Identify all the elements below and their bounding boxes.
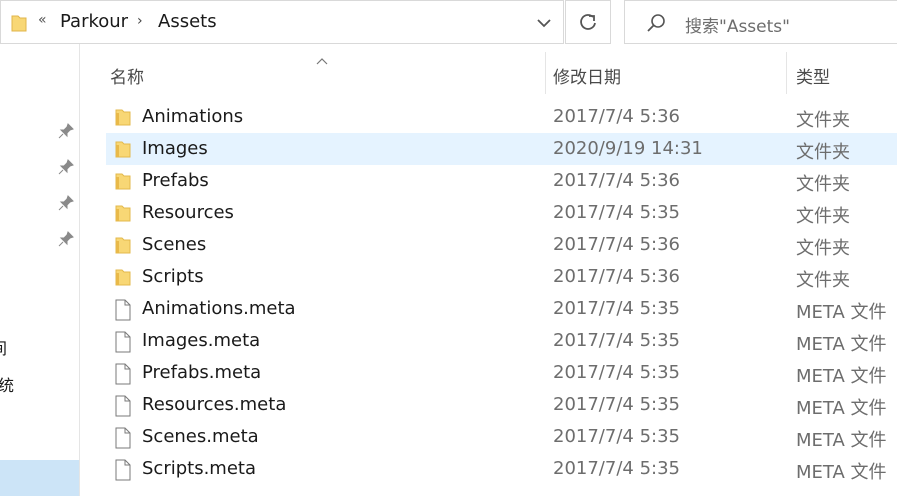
- file-row[interactable]: Resources 2017/7/4 5:35 文件夹: [106, 197, 897, 229]
- file-name: Resources: [142, 202, 234, 223]
- folder-icon: [114, 267, 132, 287]
- file-date: 2017/7/4 5:36: [553, 266, 680, 287]
- column-header-type-label: 类型: [796, 68, 830, 88]
- folder-icon: [114, 107, 132, 127]
- file-name: Prefabs: [142, 170, 209, 191]
- file-type: 文件夹: [796, 142, 850, 163]
- file-name: Prefabs.meta: [142, 362, 262, 383]
- folder-icon: [114, 171, 132, 191]
- file-type: 文件夹: [796, 206, 850, 227]
- chevron-down-icon[interactable]: [537, 13, 551, 37]
- file-name: Scripts: [142, 266, 204, 287]
- file-icon: [114, 331, 132, 353]
- file-row[interactable]: Scenes.meta 2017/7/4 5:35 META 文件: [106, 421, 897, 453]
- overflow-chevron[interactable]: «: [38, 12, 47, 28]
- breadcrumb-parkour[interactable]: Parkour: [60, 11, 128, 32]
- file-row[interactable]: Scenes 2017/7/4 5:36 文件夹: [106, 229, 897, 261]
- file-date: 2017/7/4 5:35: [553, 330, 680, 351]
- file-type: META 文件: [796, 398, 887, 419]
- column-header-date[interactable]: 修改日期: [546, 52, 786, 94]
- search-icon: [645, 12, 667, 38]
- file-row[interactable]: Animations 2017/7/4 5:36 文件夹: [106, 101, 897, 133]
- pin-icon[interactable]: [57, 158, 75, 176]
- file-icon: [114, 363, 132, 385]
- file-row[interactable]: Images 2020/9/19 14:31 文件夹: [106, 133, 897, 165]
- file-date: 2017/7/4 5:36: [553, 106, 680, 127]
- sort-ascending-icon: [316, 50, 328, 69]
- file-row[interactable]: Prefabs.meta 2017/7/4 5:35 META 文件: [106, 357, 897, 389]
- file-date: 2020/9/19 14:31: [553, 138, 703, 159]
- nav-item-fragment[interactable]: 间: [0, 335, 7, 359]
- search-box[interactable]: 搜索"Assets": [624, 0, 897, 44]
- column-header-name-label: 名称: [110, 68, 144, 88]
- file-date: 2017/7/4 5:35: [553, 394, 680, 415]
- file-name: Resources.meta: [142, 394, 287, 415]
- nav-selected-item[interactable]: [0, 460, 79, 496]
- file-row[interactable]: Animations.meta 2017/7/4 5:35 META 文件: [106, 293, 897, 325]
- breadcrumb-assets[interactable]: Assets: [158, 11, 217, 32]
- file-date: 2017/7/4 5:36: [553, 170, 680, 191]
- file-date: 2017/7/4 5:35: [553, 298, 680, 319]
- file-row[interactable]: Resources.meta 2017/7/4 5:35 META 文件: [106, 389, 897, 421]
- file-type: META 文件: [796, 302, 887, 323]
- file-date: 2017/7/4 5:35: [553, 362, 680, 383]
- file-date: 2017/7/4 5:36: [553, 234, 680, 255]
- file-icon: [114, 427, 132, 449]
- file-icon: [114, 395, 132, 417]
- file-name: Scripts.meta: [142, 458, 257, 479]
- file-list: Animations 2017/7/4 5:36 文件夹 Images 2020/9/1…: [106, 101, 897, 485]
- file-name: Animations.meta: [142, 298, 296, 319]
- file-type: 文件夹: [796, 270, 850, 291]
- breadcrumb-separator-icon[interactable]: ›: [137, 13, 143, 29]
- file-name: Images: [142, 138, 208, 159]
- address-bar[interactable]: « Parkour › Assets: [0, 0, 564, 44]
- file-type: META 文件: [796, 462, 887, 483]
- file-type: META 文件: [796, 366, 887, 387]
- file-date: 2017/7/4 5:35: [553, 458, 680, 479]
- refresh-icon: [580, 14, 596, 30]
- pin-icon[interactable]: [57, 230, 75, 248]
- file-type: META 文件: [796, 334, 887, 355]
- file-name: Scenes.meta: [142, 426, 259, 447]
- folder-icon: [114, 235, 132, 255]
- nav-item-fragment[interactable]: 统: [0, 372, 14, 396]
- file-type: 文件夹: [796, 238, 850, 259]
- file-icon: [114, 299, 132, 321]
- column-header-date-label: 修改日期: [553, 68, 621, 88]
- refresh-button[interactable]: [565, 0, 611, 44]
- navigation-pane: 间 统: [0, 44, 80, 496]
- file-name: Animations: [142, 106, 244, 127]
- file-type: 文件夹: [796, 174, 850, 195]
- file-type: 文件夹: [796, 110, 850, 131]
- file-name: Images.meta: [142, 330, 261, 351]
- file-name: Scenes: [142, 234, 207, 255]
- search-placeholder: 搜索"Assets": [685, 17, 790, 37]
- file-date: 2017/7/4 5:35: [553, 426, 680, 447]
- pin-icon[interactable]: [57, 122, 75, 140]
- file-row[interactable]: Prefabs 2017/7/4 5:36 文件夹: [106, 165, 897, 197]
- folder-icon: [11, 14, 27, 36]
- file-row[interactable]: Images.meta 2017/7/4 5:35 META 文件: [106, 325, 897, 357]
- column-header-type[interactable]: 类型: [787, 52, 897, 94]
- file-row[interactable]: Scripts.meta 2017/7/4 5:35 META 文件: [106, 453, 897, 485]
- file-type: META 文件: [796, 430, 887, 451]
- folder-icon: [114, 139, 132, 159]
- file-icon: [114, 459, 132, 481]
- folder-icon: [114, 203, 132, 223]
- pin-icon[interactable]: [57, 194, 75, 212]
- file-row[interactable]: Scripts 2017/7/4 5:36 文件夹: [106, 261, 897, 293]
- file-date: 2017/7/4 5:35: [553, 202, 680, 223]
